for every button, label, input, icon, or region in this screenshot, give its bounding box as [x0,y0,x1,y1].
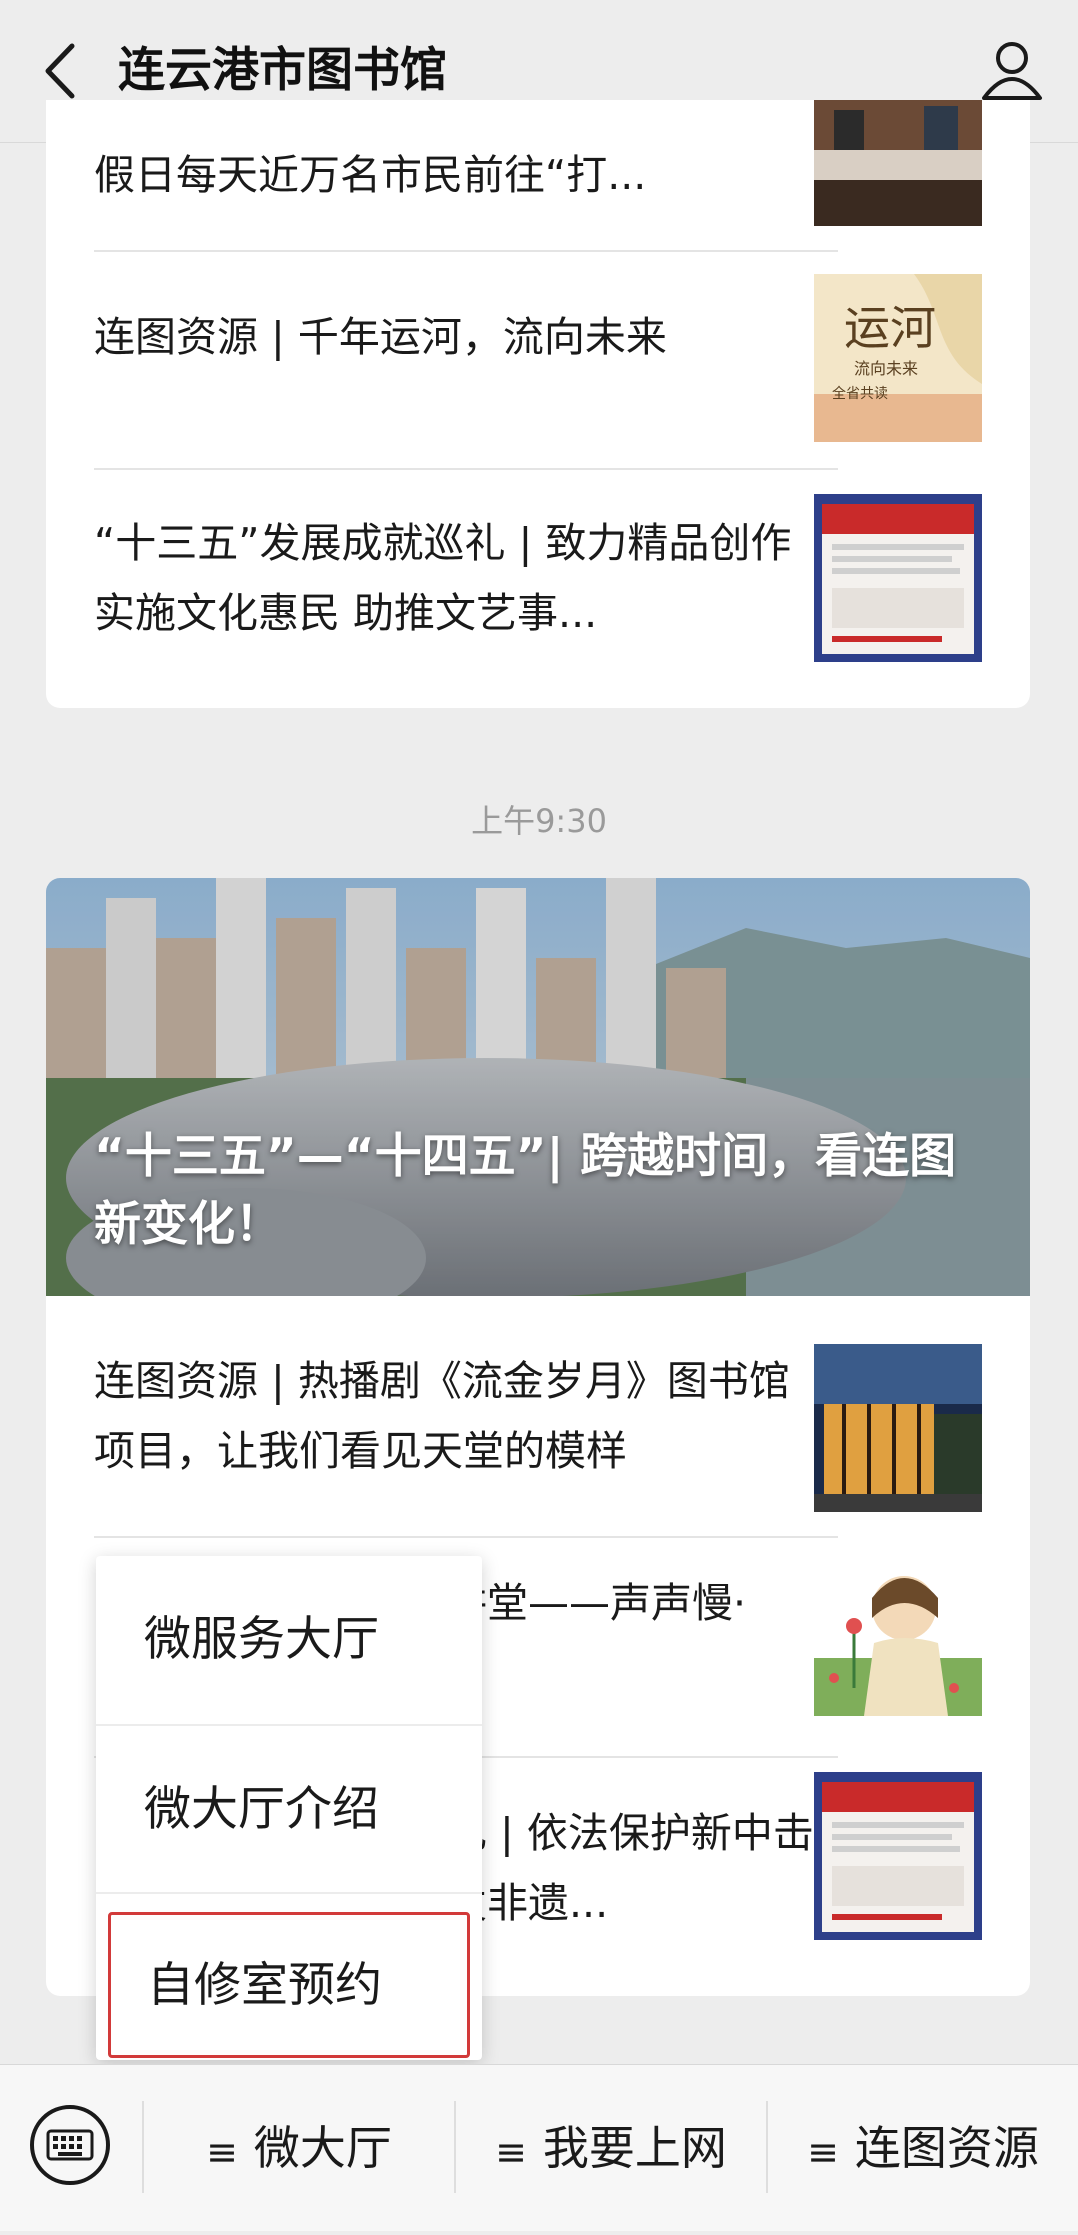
article-thumbnail [814,100,982,226]
bottom-menu-bar: ≡ 微大厅 ≡ 我要上网 ≡ 连图资源 [0,2064,1078,2231]
article-title: “十三五”发展成就巡礼 | 致力精品创作 实施文化惠民 助推文艺事... [94,519,792,637]
tab-label: 微大厅 [253,2121,392,2175]
article-title: 讲堂——声声慢· [446,1579,747,1627]
person-icon [982,42,1042,100]
banner-article[interactable]: “十三五”—“十四五”| 跨越时间，看连图新变化！ [46,878,1030,1296]
menu-lines-icon: ≡ [206,2129,238,2174]
article-thumbnail: 运河 流向未来 全省共读 [814,274,982,442]
tab-label: 连图资源 [854,2121,1039,2175]
article-item[interactable]: 假日每天近万名市民前往“打... [46,100,1030,250]
tab-library-resources[interactable]: ≡ 连图资源 [768,2065,1078,2231]
article-title: 假日每天近万名市民前往“打... [94,151,647,199]
chevron-left-icon [45,43,75,99]
keyboard-toggle-button[interactable] [28,2103,112,2187]
svg-text:运河: 运河 [844,301,936,355]
article-item[interactable]: 连图资源 | 千年运河，流向未来 运河 流向未来 全省共读 [46,252,1030,468]
article-card-previous: 假日每天近万名市民前往“打... 连图资源 | 千年运河，流向未来 运河 流向未… [46,100,1030,708]
keyboard-icon [30,2105,110,2185]
tab-internet[interactable]: ≡ 我要上网 [456,2065,766,2231]
menu-item-hall-intro[interactable]: 微大厅介绍 [96,1726,482,1894]
tab-label: 我要上网 [542,2121,727,2175]
article-item[interactable]: 连图资源 | 热播剧《流金岁月》图书馆项目，让我们看见天堂的模样 [46,1296,1030,1536]
article-thumbnail [814,1344,982,1512]
menu-divider [96,1892,482,1894]
article-thumbnail [814,494,982,662]
banner-title: “十三五”—“十四五”| 跨越时间，看连图新变化！ [94,1129,957,1252]
article-item[interactable]: “十三五”发展成就巡礼 | 致力精品创作 实施文化惠民 助推文艺事... [46,470,1030,708]
article-title: 连图资源 | 热播剧《流金岁月》图书馆项目，让我们看见天堂的模样 [94,1357,790,1475]
article-thumbnail [814,1772,982,1940]
back-button[interactable] [34,36,90,106]
menu-lines-icon: ≡ [495,2129,527,2174]
menu-lines-icon: ≡ [807,2129,839,2174]
submenu-popup: 微服务大厅 微大厅介绍 自修室预约 [96,1556,482,2060]
article-title: 礼 | 依法保护新中击发非遗... [446,1809,814,1927]
page-title: 连云港市图书馆 [118,43,447,98]
svg-text:流向未来: 流向未来 [854,359,918,378]
svg-text:全省共读: 全省共读 [832,385,888,402]
article-thumbnail [814,1548,982,1716]
message-timestamp: 上午9:30 [471,802,607,840]
profile-button[interactable] [976,34,1048,106]
tab-micro-hall[interactable]: ≡ 微大厅 [144,2065,454,2231]
article-title: 连图资源 | 千年运河，流向未来 [94,313,667,361]
menu-item-study-room-booking[interactable]: 自修室预约 [108,1912,470,2058]
menu-item-micro-service-hall[interactable]: 微服务大厅 [96,1556,482,1724]
